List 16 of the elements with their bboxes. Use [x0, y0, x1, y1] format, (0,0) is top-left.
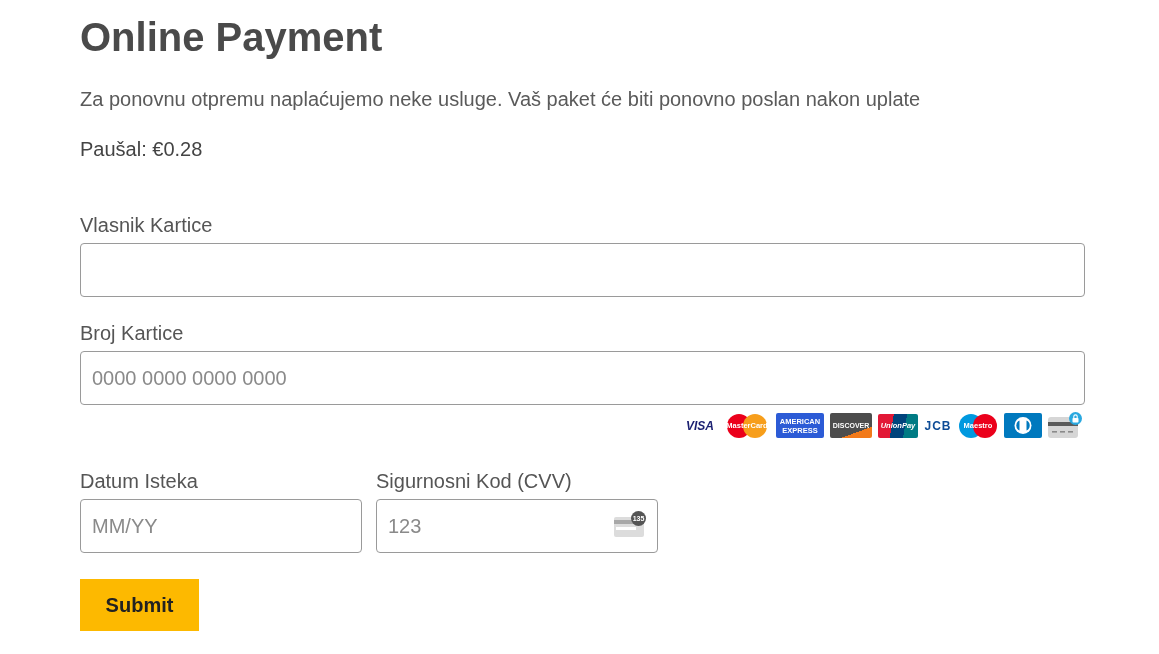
field-label: Sigurnosni Kod (CVV)	[376, 469, 573, 494]
card-brand-logo: VISA	[685, 417, 715, 435]
locked-card-icon	[1048, 412, 1082, 439]
submit-button[interactable]: Submit	[80, 579, 199, 631]
field-label: Datum Isteka	[80, 469, 199, 494]
card-brand-logo: JCB	[924, 417, 952, 435]
fee-text: Paušal: €0.28	[80, 137, 204, 162]
ring-logo-icon	[1004, 413, 1042, 438]
input-field[interactable]: MM/YY	[80, 499, 362, 553]
page-title: Online Payment	[80, 14, 384, 61]
description-text: Za ponovnu otpremu naplaćujemo neke usluge. Vaš paket će biti ponovno poslan nakon uplate	[80, 87, 922, 112]
input-field[interactable]: 0000 0000 0000 0000	[80, 351, 1085, 405]
field-label: Vlasnik Kartice	[80, 213, 214, 238]
field-label: Broj Kartice	[80, 321, 185, 346]
card-icon	[614, 517, 644, 537]
input-field[interactable]	[80, 243, 1085, 297]
